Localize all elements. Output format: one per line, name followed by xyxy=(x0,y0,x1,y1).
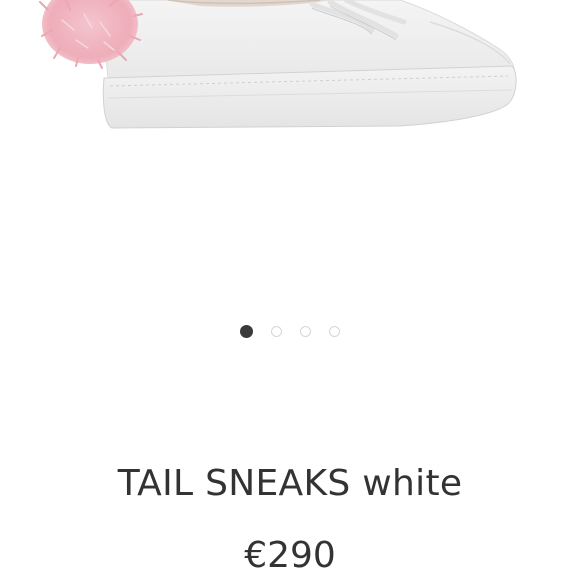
product-page: TAIL SNEAKS white €290 xyxy=(0,0,580,580)
product-image[interactable] xyxy=(0,0,580,300)
carousel-dot-4[interactable] xyxy=(329,326,340,337)
carousel-pagination xyxy=(0,325,580,340)
carousel-dot-2[interactable] xyxy=(271,326,282,337)
sneaker-illustration xyxy=(39,0,517,129)
carousel-dot-1[interactable] xyxy=(240,325,253,338)
product-price: €290 xyxy=(244,535,336,576)
product-title: TAIL SNEAKS white xyxy=(117,463,463,504)
carousel-dot-3[interactable] xyxy=(300,326,311,337)
